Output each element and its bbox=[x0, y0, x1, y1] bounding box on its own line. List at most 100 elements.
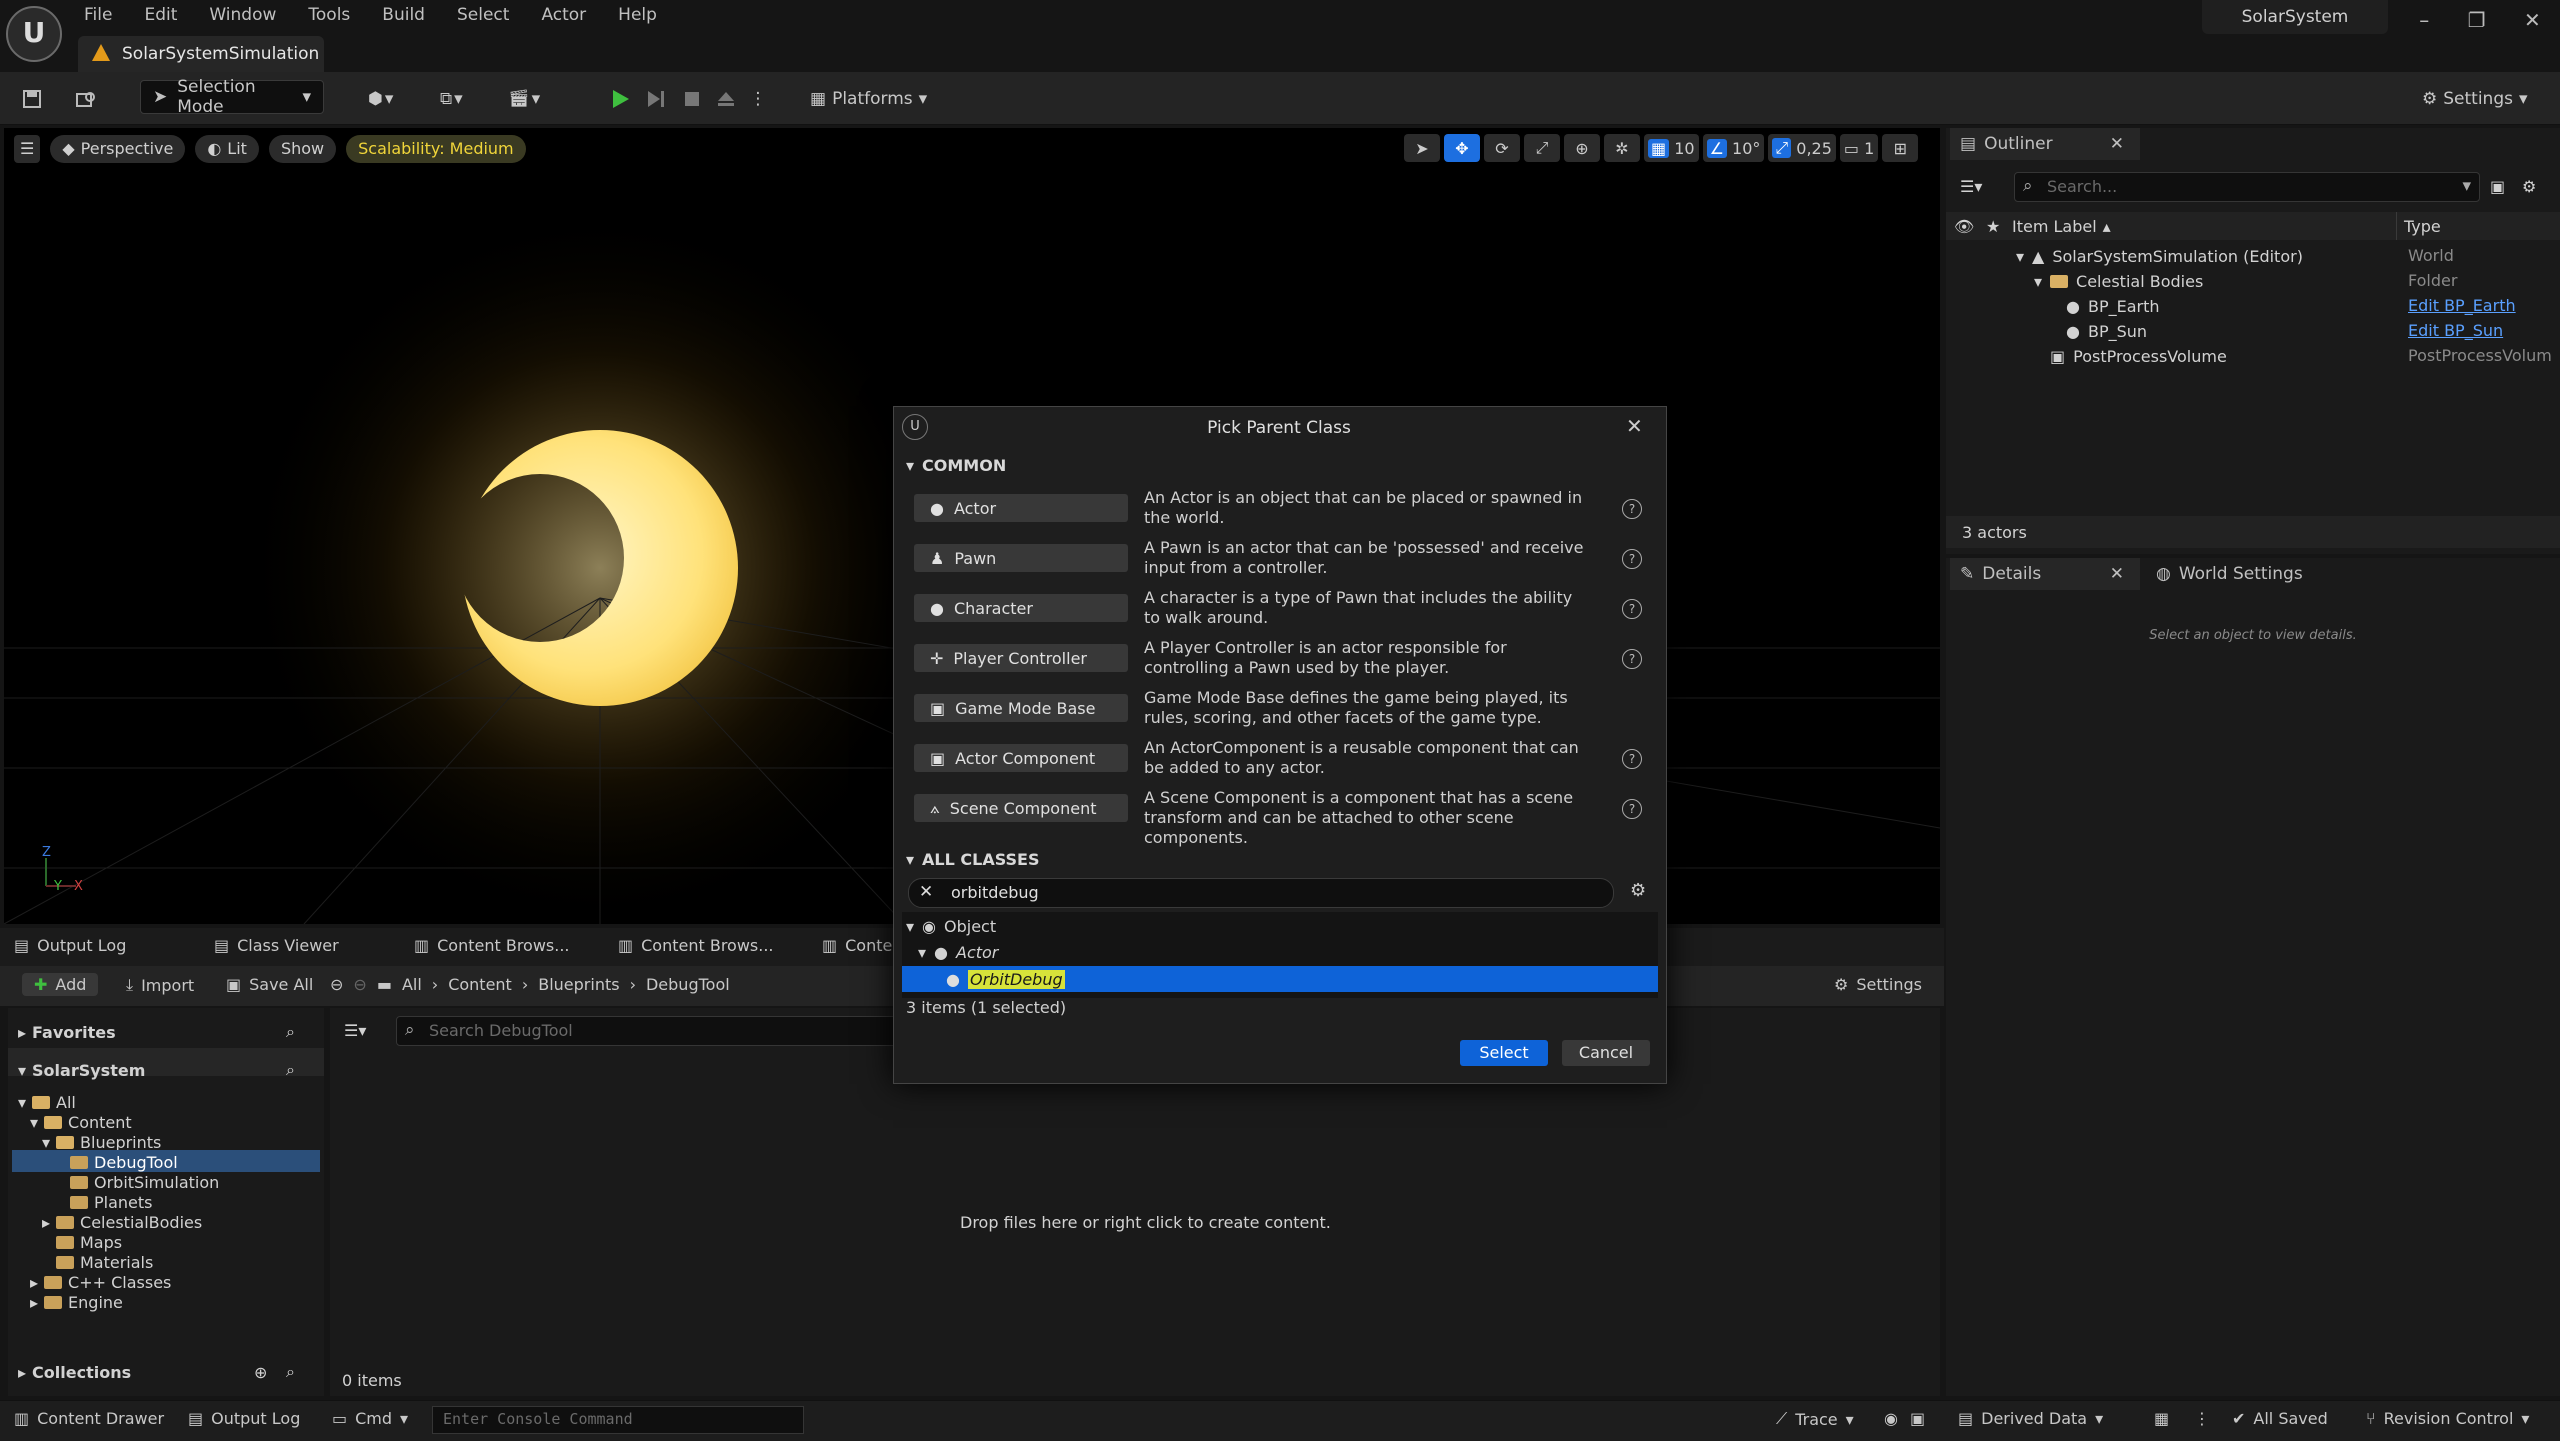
outliner-row-bp-earth[interactable]: ● BP_Earth bbox=[2066, 294, 2160, 318]
console-input[interactable]: Enter Console Command bbox=[432, 1406, 804, 1434]
search-icon[interactable]: ⌕ bbox=[286, 1060, 295, 1080]
gear-icon[interactable]: ⚙ bbox=[2522, 176, 2536, 196]
selection-mode-dropdown[interactable]: ➤ Selection Mode ▾ bbox=[140, 77, 324, 117]
collections-header[interactable]: ▸ Collections bbox=[18, 1362, 131, 1382]
camera-speed-button[interactable]: ▭ 1 bbox=[1839, 134, 1879, 162]
tree-item-all[interactable]: ▾ All bbox=[18, 1092, 76, 1112]
platforms-dropdown[interactable]: ▦ Platforms ▾ bbox=[810, 82, 927, 116]
tree-item-maps[interactable]: Maps bbox=[56, 1232, 122, 1252]
menu-window[interactable]: Window bbox=[193, 0, 292, 30]
menu-actor[interactable]: Actor bbox=[525, 0, 602, 30]
tree-item-celestialbodies[interactable]: ▸ CelestialBodies bbox=[42, 1212, 202, 1232]
common-section-header[interactable]: ▾ COMMON bbox=[906, 456, 1006, 475]
record-icon[interactable]: ◉ bbox=[1884, 1409, 1898, 1428]
more-options-icon[interactable]: ⋮ bbox=[2194, 1409, 2210, 1428]
class-button-actor[interactable]: ● Actor bbox=[914, 494, 1128, 522]
content-search-input[interactable]: ⌕ Search DebugTool bbox=[396, 1016, 898, 1046]
class-button-pawn[interactable]: ♟ Pawn bbox=[914, 544, 1128, 572]
breadcrumb-content[interactable]: Content bbox=[448, 975, 512, 994]
blueprint-button[interactable]: ⧉ ▾ bbox=[440, 82, 486, 116]
favorites-header[interactable]: ▸ Favorites bbox=[18, 1022, 116, 1042]
class-button-game-mode-base[interactable]: ▣ Game Mode Base bbox=[914, 694, 1128, 722]
class-tree-orbitdebug[interactable]: ● OrbitDebug bbox=[946, 967, 1065, 991]
cmd-dropdown[interactable]: ▭ Cmd ▾ bbox=[332, 1409, 408, 1428]
gear-icon[interactable]: ⚙ bbox=[1630, 880, 1646, 901]
tab-world-settings[interactable]: ◍ World Settings bbox=[2156, 558, 2303, 590]
breadcrumb-blueprints[interactable]: Blueprints bbox=[538, 975, 619, 994]
tree-item-planets[interactable]: Planets bbox=[70, 1192, 153, 1212]
tree-item-materials[interactable]: Materials bbox=[56, 1252, 153, 1272]
menu-help[interactable]: Help bbox=[602, 0, 673, 30]
content-drawer-button[interactable]: ▥ Content Drawer bbox=[14, 1409, 164, 1428]
lit-button[interactable]: ◐ Lit bbox=[195, 135, 259, 163]
column-item-label[interactable]: Item Label ▴ bbox=[2012, 216, 2111, 236]
cancel-button[interactable]: Cancel bbox=[1562, 1040, 1650, 1066]
minimize-icon[interactable]: – bbox=[2419, 8, 2429, 32]
source-control-icon[interactable]: ▦ bbox=[2154, 1409, 2169, 1428]
help-icon[interactable]: ? bbox=[1622, 749, 1642, 769]
back-icon[interactable]: ⊖ bbox=[330, 975, 343, 994]
browse-icon[interactable] bbox=[72, 82, 100, 116]
document-tab[interactable]: SolarSystemSimulation bbox=[78, 36, 324, 72]
advance-frame-button[interactable] bbox=[642, 82, 670, 116]
help-icon[interactable]: ? bbox=[1622, 599, 1642, 619]
rotate-snap-toggle[interactable]: ∠ 10° bbox=[1702, 134, 1765, 162]
menu-file[interactable]: File bbox=[68, 0, 128, 30]
class-tree-object[interactable]: ▾ ◉ Object bbox=[906, 914, 996, 938]
add-button[interactable]: ✚ Add bbox=[22, 973, 99, 996]
settings-dropdown[interactable]: ⚙ Settings ▾ bbox=[2422, 82, 2528, 116]
search-icon[interactable]: ⌕ bbox=[286, 1022, 295, 1042]
output-log-button[interactable]: ▤ Output Log bbox=[188, 1409, 300, 1428]
tab-details[interactable]: ✎ Details ✕ bbox=[1950, 558, 2140, 590]
tab-class-viewer[interactable]: ▤ Class Viewer bbox=[214, 936, 339, 955]
column-type[interactable]: Type bbox=[2404, 216, 2441, 236]
class-button-actor-component[interactable]: ▣ Actor Component bbox=[914, 744, 1128, 772]
scale-snap-toggle[interactable]: ⤢ 0,25 bbox=[1768, 134, 1836, 162]
add-folder-icon[interactable]: ▣ bbox=[2490, 176, 2505, 196]
outliner-row-bp-sun[interactable]: ● BP_Sun bbox=[2066, 319, 2147, 343]
class-button-player-controller[interactable]: ✛ Player Controller bbox=[914, 644, 1128, 672]
search-icon[interactable]: ⌕ bbox=[286, 1362, 295, 1382]
tab-output-log[interactable]: ▤ Output Log bbox=[14, 936, 126, 955]
clear-search-icon[interactable]: ✕ bbox=[919, 882, 933, 902]
perspective-button[interactable]: ◆ Perspective bbox=[50, 135, 186, 163]
tab-content-browser-3[interactable]: ▥ Conte bbox=[822, 936, 892, 955]
add-collection-icon[interactable]: ⊕ bbox=[254, 1362, 267, 1382]
restore-icon[interactable]: ❐ bbox=[2468, 8, 2486, 32]
menu-build[interactable]: Build bbox=[366, 0, 441, 30]
star-icon[interactable]: ★ bbox=[1986, 216, 2000, 236]
tree-item-orbitsimulation[interactable]: OrbitSimulation bbox=[70, 1172, 219, 1192]
layout-icon[interactable]: ⊞ bbox=[1882, 134, 1919, 162]
menu-tools[interactable]: Tools bbox=[292, 0, 366, 30]
content-settings-button[interactable]: ⚙ Settings bbox=[1834, 975, 1922, 994]
close-icon[interactable]: ✕ bbox=[2110, 134, 2124, 154]
all-classes-section-header[interactable]: ▾ ALL CLASSES bbox=[906, 850, 1039, 869]
save-icon[interactable] bbox=[18, 82, 46, 116]
translate-tool-icon[interactable]: ✥ bbox=[1444, 134, 1480, 162]
outliner-search-input[interactable]: ⌕ Search... ▾ bbox=[2014, 172, 2480, 202]
revision-control-dropdown[interactable]: ⑂ Revision Control ▾ bbox=[2366, 1409, 2529, 1428]
add-actor-button[interactable]: ⬢ ▾ bbox=[368, 82, 414, 116]
outliner-row-celestial-bodies[interactable]: ▾ Celestial Bodies bbox=[2034, 269, 2203, 293]
tree-item-debugtool[interactable]: DebugTool bbox=[70, 1152, 178, 1172]
help-icon[interactable]: ? bbox=[1622, 799, 1642, 819]
tab-content-browser-1[interactable]: ▥ Content Brows... bbox=[414, 936, 570, 955]
world-local-icon[interactable]: ⊕ bbox=[1564, 134, 1600, 162]
select-button[interactable]: Select bbox=[1460, 1040, 1548, 1066]
close-icon[interactable]: ✕ bbox=[1626, 414, 1643, 438]
scale-tool-icon[interactable]: ⤢ bbox=[1524, 134, 1560, 162]
show-button[interactable]: Show bbox=[268, 135, 337, 163]
derived-data-dropdown[interactable]: ▤ Derived Data ▾ bbox=[1958, 1409, 2103, 1428]
edit-bp-sun-link[interactable]: Edit BP_Sun bbox=[2408, 321, 2503, 340]
tree-item-engine[interactable]: ▸ Engine bbox=[30, 1292, 123, 1312]
menu-edit[interactable]: Edit bbox=[128, 0, 193, 30]
select-tool-icon[interactable]: ➤ bbox=[1404, 134, 1440, 162]
hamburger-menu-icon[interactable]: ☰ bbox=[14, 135, 41, 163]
eject-button[interactable] bbox=[712, 82, 740, 116]
tree-item-cpp-classes[interactable]: ▸ C++ Classes bbox=[30, 1272, 171, 1292]
all-saved-button[interactable]: ✔ All Saved bbox=[2232, 1409, 2328, 1428]
class-search-input[interactable]: ✕ orbitdebug bbox=[908, 878, 1614, 908]
outliner-row-world[interactable]: ▾ ▲ SolarSystemSimulation (Editor) bbox=[2016, 244, 2303, 268]
save-all-button[interactable]: ▣ Save All bbox=[226, 975, 313, 994]
filter-button[interactable]: ☰▾ bbox=[344, 1020, 366, 1040]
